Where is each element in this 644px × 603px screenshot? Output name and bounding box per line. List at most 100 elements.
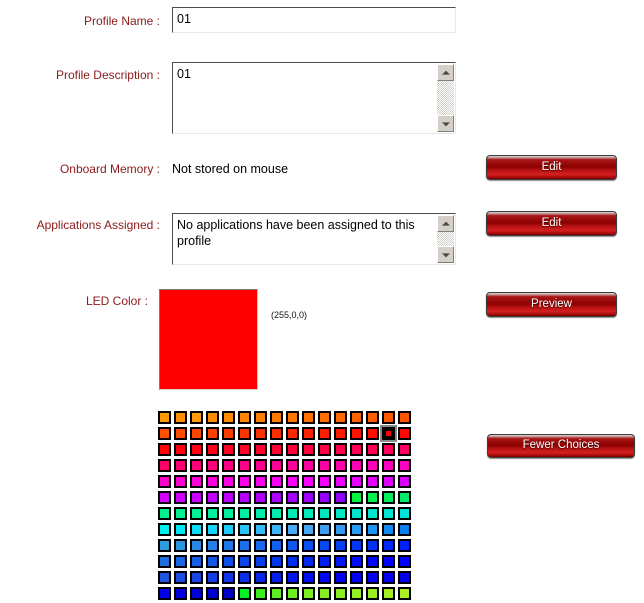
- palette-swatch[interactable]: [158, 427, 171, 440]
- palette-swatch[interactable]: [334, 443, 347, 456]
- palette-swatch[interactable]: [222, 475, 235, 488]
- palette-swatch[interactable]: [174, 427, 187, 440]
- palette-swatch[interactable]: [302, 427, 315, 440]
- palette-swatch[interactable]: [190, 555, 203, 568]
- palette-swatch[interactable]: [238, 459, 251, 472]
- palette-swatch[interactable]: [366, 411, 379, 424]
- applications-assigned-scrollbar[interactable]: [437, 215, 454, 263]
- palette-swatch[interactable]: [238, 523, 251, 536]
- palette-swatch[interactable]: [174, 587, 187, 600]
- palette-swatch[interactable]: [350, 555, 363, 568]
- palette-swatch[interactable]: [382, 523, 395, 536]
- palette-swatch[interactable]: [382, 539, 395, 552]
- palette-swatch[interactable]: [174, 555, 187, 568]
- palette-swatch[interactable]: [302, 475, 315, 488]
- scroll-up-arrow-icon[interactable]: [437, 64, 454, 81]
- palette-swatch[interactable]: [174, 459, 187, 472]
- palette-swatch[interactable]: [350, 443, 363, 456]
- palette-swatch[interactable]: [254, 459, 267, 472]
- palette-swatch[interactable]: [238, 491, 251, 504]
- palette-swatch[interactable]: [206, 427, 219, 440]
- palette-swatch[interactable]: [222, 571, 235, 584]
- palette-swatch[interactable]: [334, 411, 347, 424]
- palette-swatch[interactable]: [302, 459, 315, 472]
- palette-swatch[interactable]: [270, 571, 283, 584]
- palette-swatch[interactable]: [174, 523, 187, 536]
- palette-swatch[interactable]: [366, 571, 379, 584]
- palette-swatch[interactable]: [254, 587, 267, 600]
- palette-swatch[interactable]: [158, 587, 171, 600]
- palette-swatch[interactable]: [398, 587, 411, 600]
- palette-swatch[interactable]: [158, 475, 171, 488]
- palette-swatch[interactable]: [286, 539, 299, 552]
- palette-swatch[interactable]: [302, 571, 315, 584]
- palette-swatch[interactable]: [270, 443, 283, 456]
- palette-swatch[interactable]: [158, 443, 171, 456]
- palette-swatch[interactable]: [174, 507, 187, 520]
- palette-swatch[interactable]: [350, 459, 363, 472]
- palette-swatch[interactable]: [398, 555, 411, 568]
- palette-swatch[interactable]: [318, 523, 331, 536]
- palette-swatch[interactable]: [302, 555, 315, 568]
- onboard-memory-edit-button[interactable]: Edit: [486, 155, 617, 180]
- palette-swatch[interactable]: [190, 491, 203, 504]
- palette-swatch[interactable]: [286, 587, 299, 600]
- palette-swatch[interactable]: [270, 427, 283, 440]
- palette-swatch[interactable]: [318, 443, 331, 456]
- palette-swatch-selected[interactable]: [380, 425, 397, 442]
- palette-swatch[interactable]: [206, 443, 219, 456]
- palette-swatch[interactable]: [190, 587, 203, 600]
- palette-swatch[interactable]: [318, 555, 331, 568]
- palette-swatch[interactable]: [302, 539, 315, 552]
- palette-swatch[interactable]: [254, 539, 267, 552]
- palette-swatch[interactable]: [382, 475, 395, 488]
- palette-swatch[interactable]: [286, 507, 299, 520]
- palette-swatch[interactable]: [222, 555, 235, 568]
- palette-swatch[interactable]: [222, 587, 235, 600]
- palette-swatch[interactable]: [286, 443, 299, 456]
- palette-swatch[interactable]: [350, 411, 363, 424]
- palette-swatch[interactable]: [302, 491, 315, 504]
- palette-swatch[interactable]: [398, 507, 411, 520]
- palette-swatch[interactable]: [238, 427, 251, 440]
- palette-swatch[interactable]: [334, 507, 347, 520]
- palette-swatch[interactable]: [302, 523, 315, 536]
- palette-swatch[interactable]: [366, 523, 379, 536]
- palette-swatch[interactable]: [366, 459, 379, 472]
- palette-swatch[interactable]: [174, 571, 187, 584]
- palette-swatch[interactable]: [158, 555, 171, 568]
- palette-swatch[interactable]: [318, 571, 331, 584]
- palette-swatch[interactable]: [334, 539, 347, 552]
- palette-swatch[interactable]: [350, 587, 363, 600]
- palette-swatch[interactable]: [286, 491, 299, 504]
- palette-swatch[interactable]: [382, 555, 395, 568]
- palette-swatch[interactable]: [350, 475, 363, 488]
- palette-swatch[interactable]: [270, 459, 283, 472]
- palette-swatch[interactable]: [382, 507, 395, 520]
- palette-swatch[interactable]: [398, 539, 411, 552]
- palette-swatch[interactable]: [206, 507, 219, 520]
- palette-swatch[interactable]: [270, 555, 283, 568]
- scroll-down-arrow-icon[interactable]: [437, 115, 454, 132]
- palette-swatch[interactable]: [382, 411, 395, 424]
- palette-swatch[interactable]: [254, 523, 267, 536]
- palette-swatch[interactable]: [254, 411, 267, 424]
- palette-swatch[interactable]: [302, 411, 315, 424]
- palette-swatch[interactable]: [206, 523, 219, 536]
- palette-swatch[interactable]: [398, 523, 411, 536]
- palette-swatch[interactable]: [190, 427, 203, 440]
- palette-swatch[interactable]: [222, 539, 235, 552]
- palette-swatch[interactable]: [206, 475, 219, 488]
- palette-swatch[interactable]: [318, 411, 331, 424]
- palette-swatch[interactable]: [318, 539, 331, 552]
- palette-swatch[interactable]: [222, 523, 235, 536]
- palette-swatch[interactable]: [254, 507, 267, 520]
- palette-swatch[interactable]: [286, 411, 299, 424]
- palette-swatch[interactable]: [238, 587, 251, 600]
- scroll-down-arrow-icon[interactable]: [437, 246, 454, 263]
- palette-swatch[interactable]: [366, 475, 379, 488]
- fewer-choices-button[interactable]: Fewer Choices: [487, 434, 635, 458]
- palette-swatch[interactable]: [238, 539, 251, 552]
- palette-swatch[interactable]: [174, 411, 187, 424]
- palette-swatch[interactable]: [366, 539, 379, 552]
